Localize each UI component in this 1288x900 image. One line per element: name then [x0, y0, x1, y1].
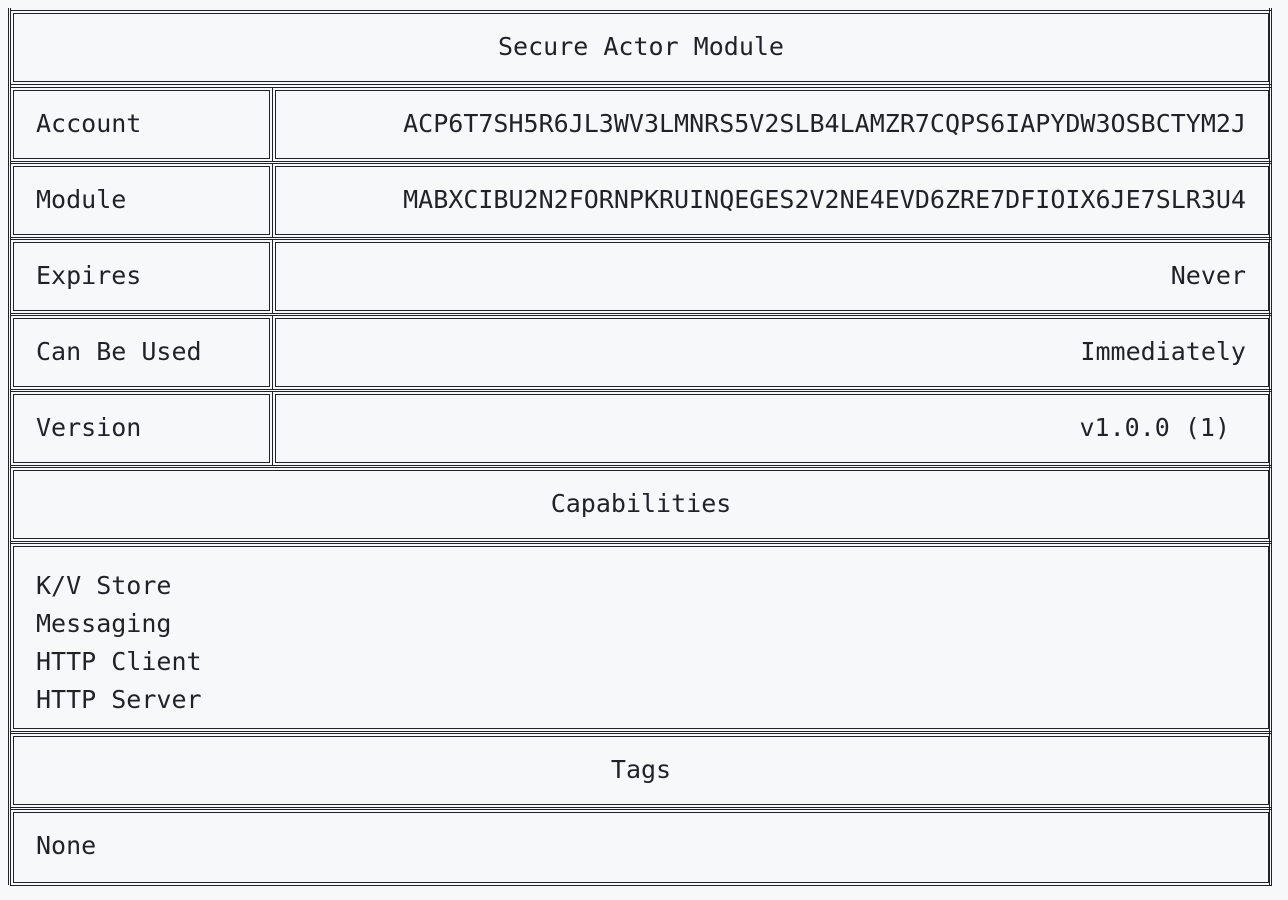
version-label-cell: Version — [10, 391, 273, 466]
can-be-used-label: Can Be Used — [36, 337, 202, 366]
module-value-cell: MABXCIBU2N2FORNPKRUINQEGES2V2NE4EVD6ZRE7… — [272, 163, 1272, 238]
module-title: Secure Actor Module — [498, 32, 784, 61]
version-label: Version — [36, 413, 142, 442]
account-value: ACP6T7SH5R6JL3WV3LMNRS5V2SLB4LAMZR7CQPS6… — [403, 109, 1246, 138]
capabilities-heading: Capabilities — [550, 489, 732, 518]
module-label: Module — [36, 185, 127, 214]
expires-value: Never — [1170, 261, 1246, 290]
module-value: MABXCIBU2N2FORNPKRUINQEGES2V2NE4EVD6ZRE7… — [403, 185, 1246, 214]
capability-item: HTTP Client — [36, 647, 202, 676]
expires-label: Expires — [36, 261, 142, 290]
account-label: Account — [36, 109, 142, 138]
capability-item: HTTP Server — [36, 685, 202, 714]
capabilities-list: K/V Store Messaging HTTP Client HTTP Ser… — [36, 567, 202, 719]
module-label-cell: Module — [10, 163, 273, 238]
capabilities-list-box: K/V Store Messaging HTTP Client HTTP Ser… — [10, 543, 1272, 732]
capabilities-heading-box: Capabilities — [10, 467, 1272, 542]
tags-value-box: None — [10, 809, 1272, 886]
tags-heading: Tags — [610, 755, 672, 784]
capability-item: Messaging — [36, 609, 172, 638]
title-box: Secure Actor Module — [10, 10, 1272, 85]
tags-heading-box: Tags — [10, 733, 1272, 808]
expires-label-cell: Expires — [10, 239, 273, 314]
can-be-used-value: Immediately — [1080, 337, 1246, 366]
version-value-cell: v1.0.0 (1) — [272, 391, 1272, 466]
can-be-used-label-cell: Can Be Used — [10, 315, 273, 390]
expires-value-cell: Never — [272, 239, 1272, 314]
version-value: v1.0.0 (1) — [1079, 413, 1230, 442]
account-value-cell: ACP6T7SH5R6JL3WV3LMNRS5V2SLB4LAMZR7CQPS6… — [272, 87, 1272, 162]
can-be-used-value-cell: Immediately — [272, 315, 1272, 390]
account-label-cell: Account — [10, 87, 273, 162]
capability-item: K/V Store — [36, 571, 172, 600]
tags-value: None — [36, 831, 97, 860]
